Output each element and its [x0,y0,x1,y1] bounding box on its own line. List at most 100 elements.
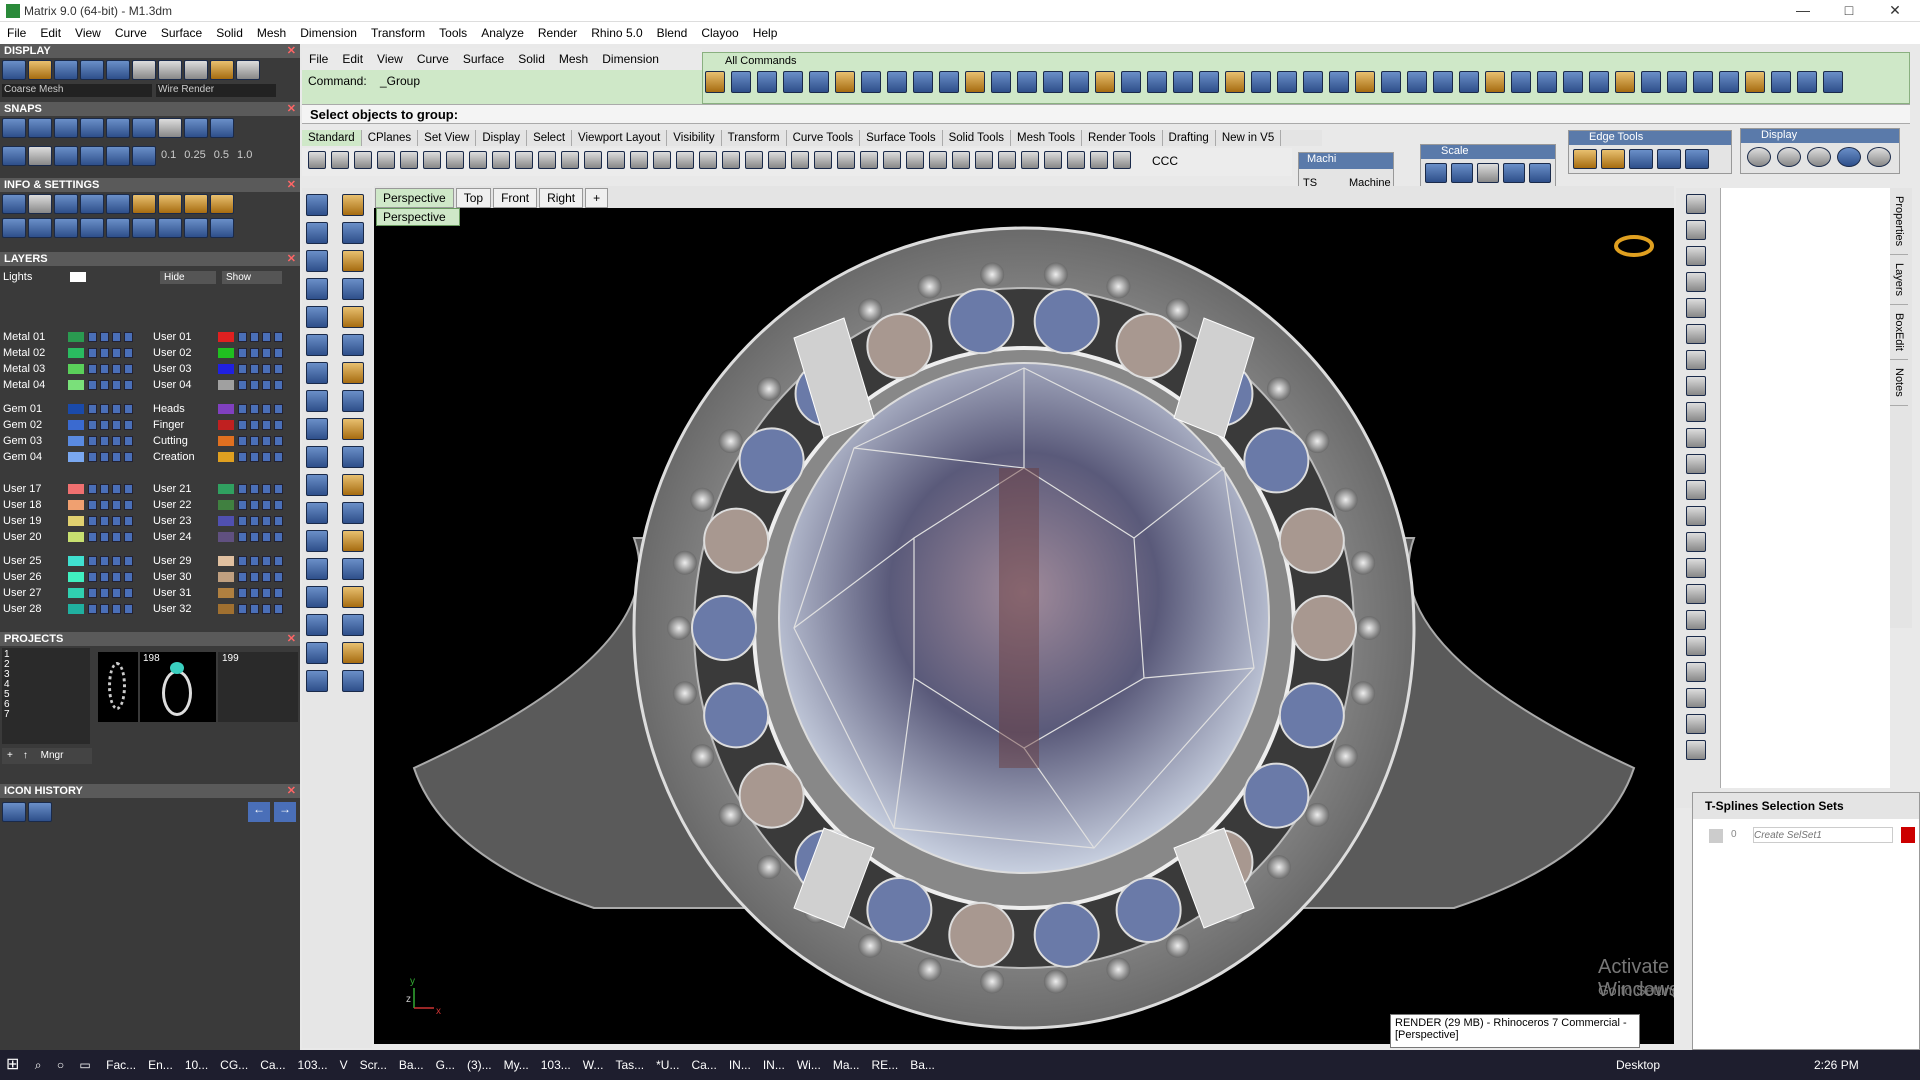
xray-icon[interactable] [106,60,130,80]
draw-tool-icon[interactable] [306,390,328,412]
layer-color-swatch[interactable] [68,364,84,374]
lights-row[interactable]: Lights [0,270,150,284]
sphere2-icon[interactable] [184,60,208,80]
view-tool-icon[interactable] [1686,428,1706,448]
close-icon[interactable]: ✕ [287,632,296,646]
snap-int-icon[interactable] [184,118,208,138]
view-icon[interactable] [2,218,26,238]
taskbar-app[interactable]: Wi... [791,1050,827,1080]
draw-tool-icon[interactable] [306,278,328,300]
misc-icon[interactable] [158,218,182,238]
taskbar-app[interactable]: Ba... [904,1050,941,1080]
layer-toggle-icon[interactable] [238,452,247,462]
layer-row[interactable]: Finger [150,418,298,432]
record-icon[interactable] [106,146,130,166]
draw-tool-icon[interactable] [342,334,364,356]
layer-toggle-icon[interactable] [262,404,271,414]
layer-row[interactable]: User 32 [150,602,298,616]
command-icon[interactable] [1303,71,1323,93]
close-icon[interactable]: ✕ [287,102,296,116]
taskbar-app[interactable]: IN... [757,1050,791,1080]
layer-toggle-icon[interactable] [112,332,121,342]
layer-toggle-icon[interactable] [274,452,283,462]
draw-tool-icon[interactable] [342,362,364,384]
layer-color-swatch[interactable] [68,404,84,414]
draw-tool-icon[interactable] [342,222,364,244]
show-button[interactable]: Show [222,271,282,284]
layer-toggle-icon[interactable] [100,452,109,462]
gold-sphere-icon[interactable] [210,60,234,80]
edge2-icon[interactable] [1601,149,1625,169]
maximize-button[interactable]: □ [1826,0,1872,22]
standard-tool-icon[interactable] [653,151,671,169]
layer-toggle-icon[interactable] [262,452,271,462]
menu-item[interactable]: Surface [154,22,209,44]
taskbar-app[interactable]: Ca... [685,1050,722,1080]
command-icon[interactable] [783,71,803,93]
mngr-button[interactable]: Mngr [36,750,69,761]
menu-item[interactable]: Analyze [474,22,531,44]
view-tool-icon[interactable] [1686,688,1706,708]
layer-toggle-icon[interactable] [250,588,259,598]
standard-tool-icon[interactable] [722,151,740,169]
standard-tool-icon[interactable] [1113,151,1131,169]
layer-toggle-icon[interactable] [262,420,271,430]
view-tool-icon[interactable] [1686,350,1706,370]
draw-tool-icon[interactable] [342,390,364,412]
layer-toggle-icon[interactable] [124,348,133,358]
layer-toggle-icon[interactable] [262,588,271,598]
layer-row[interactable]: User 02 [150,346,298,360]
layer-row[interactable]: User 23 [150,514,298,528]
scale3-icon[interactable] [1477,163,1499,183]
selset-input[interactable] [1753,827,1893,843]
command-icon[interactable] [1667,71,1687,93]
draw-tool-icon[interactable] [342,306,364,328]
ortho-icon[interactable] [28,146,52,166]
command-icon[interactable] [1225,71,1245,93]
toolbar-tab[interactable]: Render Tools [1082,130,1163,146]
layer-toggle-icon[interactable] [262,500,271,510]
layer-toggle-icon[interactable] [274,572,283,582]
render-icon[interactable] [54,60,78,80]
layer-toggle-icon[interactable] [124,572,133,582]
side-tab[interactable]: BoxEdit [1890,305,1908,361]
taskbar-app[interactable]: 10... [179,1050,214,1080]
layer-color-swatch[interactable] [218,588,234,598]
layer-toggle-icon[interactable] [262,516,271,526]
close-button[interactable]: ✕ [1872,0,1918,22]
blue-sphere-icon[interactable] [1837,147,1861,167]
layer-toggle-icon[interactable] [100,532,109,542]
toolbar-tab[interactable]: New in V5 [1216,130,1282,146]
view-tool-icon[interactable] [1686,610,1706,630]
menu-item[interactable]: Clayoo [694,22,745,44]
snap-value-2[interactable]: 0.25 [181,146,208,166]
layer-toggle-icon[interactable] [262,604,271,614]
layer-toggle-icon[interactable] [112,420,121,430]
layer-row[interactable]: User 03 [150,362,298,376]
command-icon[interactable] [913,71,933,93]
layer-color-swatch[interactable] [218,332,234,342]
standard-tool-icon[interactable] [745,151,763,169]
view-tool-icon[interactable] [1686,714,1706,734]
draw-tool-icon[interactable] [306,334,328,356]
standard-tool-icon[interactable] [515,151,533,169]
layer-toggle-icon[interactable] [124,516,133,526]
layer-toggle-icon[interactable] [112,532,121,542]
layer-toggle-icon[interactable] [88,420,97,430]
close-icon[interactable]: ✕ [287,178,296,192]
history-forward-icon[interactable]: → [274,802,296,822]
command-icon[interactable] [1017,71,1037,93]
draw-tool-icon[interactable] [342,642,364,664]
layer-color-swatch[interactable] [68,380,84,390]
snap-end-icon[interactable] [2,118,26,138]
shaded-icon[interactable] [28,60,52,80]
layer-toggle-icon[interactable] [112,364,121,374]
layer-toggle-icon[interactable] [262,484,271,494]
standard-tool-icon[interactable] [814,151,832,169]
taskbar-app[interactable]: Fac... [100,1050,142,1080]
layer-toggle-icon[interactable] [250,532,259,542]
clock[interactable]: 2:26 PM [1808,1050,1865,1080]
layer-toggle-icon[interactable] [250,604,259,614]
menu-item[interactable]: Render [531,22,584,44]
scale2-icon[interactable] [1451,163,1473,183]
